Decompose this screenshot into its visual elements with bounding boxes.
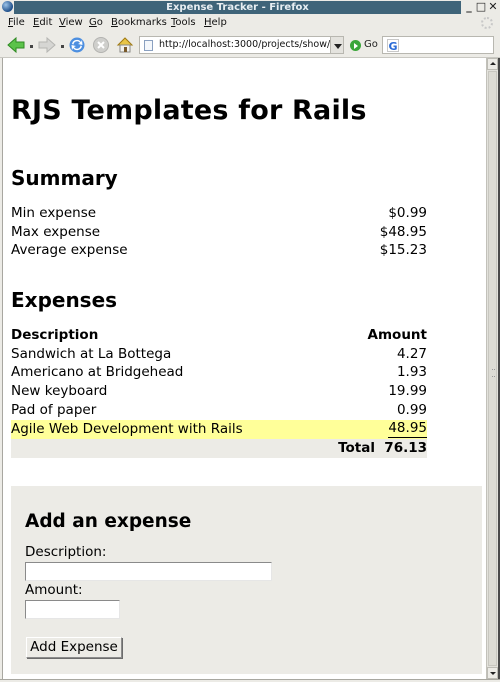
menu-help[interactable]: Help: [204, 15, 227, 31]
menu-accelerator: H: [204, 17, 212, 28]
vertical-scrollbar[interactable]: [486, 58, 498, 679]
expenses-total-row: Total 76.13: [11, 439, 427, 458]
expense-amount: 48.95: [388, 420, 427, 438]
scroll-down-button[interactable]: [487, 667, 498, 679]
menu-accelerator: T: [171, 17, 176, 28]
go-icon: [350, 40, 361, 51]
menu-view[interactable]: View: [59, 15, 83, 31]
summary-value: $48.95: [379, 224, 427, 240]
summary-value: $15.23: [379, 242, 427, 258]
menu-accelerator: E: [33, 17, 40, 28]
total-value: 76.13: [384, 440, 427, 456]
column-header-amount: Amount: [367, 327, 427, 343]
add-expense-button[interactable]: Add Expense: [26, 637, 122, 658]
expense-amount: 1.93: [396, 364, 427, 380]
add-expense-panel: Add an expense Description: Amount: Add …: [11, 486, 482, 674]
back-history-dropdown[interactable]: [30, 45, 33, 48]
menu-accelerator: F: [8, 17, 14, 28]
menu-bar: File Edit View Go Bookmarks Tools Help: [0, 15, 500, 31]
expense-row: Americano at Bridgehead 1.93: [11, 363, 427, 382]
home-icon[interactable]: [116, 36, 134, 54]
summary-label: Average expense: [11, 242, 128, 258]
window-title: Expense Tracker - Firefox: [14, 1, 461, 14]
forward-history-dropdown[interactable]: [61, 45, 64, 48]
activity-throbber-icon: [481, 17, 493, 29]
expense-amount: 4.27: [396, 346, 427, 362]
page-icon: [144, 40, 153, 51]
forward-arrow-icon[interactable]: [38, 36, 56, 54]
firefox-app-icon[interactable]: [2, 1, 13, 12]
expense-amount: 19.99: [388, 383, 427, 399]
search-input[interactable]: G: [382, 36, 494, 54]
add-expense-heading: Add an expense: [25, 511, 192, 532]
summary-label: Min expense: [11, 205, 97, 221]
page-title: RJS Templates for Rails: [11, 95, 367, 126]
description-label: Description:: [25, 544, 107, 560]
scroll-up-button[interactable]: [487, 58, 498, 70]
expense-row: Pad of paper 0.99: [11, 401, 427, 420]
maximize-button[interactable]: □: [475, 0, 487, 14]
scrollbar-thumb[interactable]: [488, 71, 497, 666]
summary-row: Min expense $0.99: [11, 204, 427, 223]
expense-row: Sandwich at La Bottega 4.27: [11, 345, 427, 364]
reload-icon[interactable]: [68, 36, 86, 54]
menu-go[interactable]: Go: [89, 15, 103, 31]
menu-file[interactable]: File: [8, 15, 25, 31]
expense-description: Agile Web Development with Rails: [11, 421, 243, 437]
menu-accelerator: G: [89, 17, 97, 28]
back-arrow-icon[interactable]: [7, 36, 25, 54]
amount-label: Amount:: [25, 582, 83, 598]
stop-icon[interactable]: [92, 36, 110, 54]
summary-row: Average expense $15.23: [11, 241, 427, 260]
expense-row: New keyboard 19.99: [11, 382, 427, 401]
expense-description: Pad of paper: [11, 402, 97, 418]
expense-description: New keyboard: [11, 383, 108, 399]
column-header-description: Description: [11, 327, 99, 343]
go-button[interactable]: Go: [350, 38, 378, 52]
expense-description: Sandwich at La Bottega: [11, 346, 172, 362]
url-bar[interactable]: http://localhost:3000/projects/show/1: [139, 36, 331, 54]
menu-accelerator: V: [59, 17, 66, 28]
menu-bookmarks[interactable]: Bookmarks: [111, 15, 167, 31]
go-label: Go: [364, 39, 378, 50]
summary-row: Max expense $48.95: [11, 223, 427, 242]
expenses-heading: Expenses: [11, 288, 118, 312]
navigation-toolbar: http://localhost:3000/projects/show/1 Go…: [0, 31, 500, 58]
summary-value: $0.99: [388, 205, 427, 221]
minimize-button[interactable]: _: [463, 0, 475, 14]
expense-amount: 0.99: [396, 402, 427, 418]
google-search-engine-icon[interactable]: G: [387, 39, 399, 53]
summary-label: Max expense: [11, 224, 101, 240]
page-viewport: RJS Templates for Rails Summary Min expe…: [2, 58, 486, 679]
menu-tools[interactable]: Tools: [171, 15, 196, 31]
close-button[interactable]: ✕: [487, 0, 499, 14]
scrollbar-grip-icon: [492, 368, 495, 377]
expense-description: Americano at Bridgehead: [11, 364, 184, 380]
menu-edit[interactable]: Edit: [33, 15, 52, 31]
total-label: Total: [338, 440, 375, 456]
expense-row-highlighted: Agile Web Development with Rails 48.95: [11, 420, 427, 439]
expenses-header-row: Description Amount: [11, 326, 427, 345]
summary-heading: Summary: [11, 166, 118, 190]
amount-field[interactable]: [25, 600, 120, 619]
url-history-dropdown[interactable]: [331, 36, 344, 54]
menu-accelerator: B: [111, 17, 118, 28]
description-field[interactable]: [25, 562, 272, 581]
window-titlebar: Expense Tracker - Firefox _ □ ✕: [0, 0, 500, 15]
url-text: http://localhost:3000/projects/show/1: [159, 39, 331, 50]
